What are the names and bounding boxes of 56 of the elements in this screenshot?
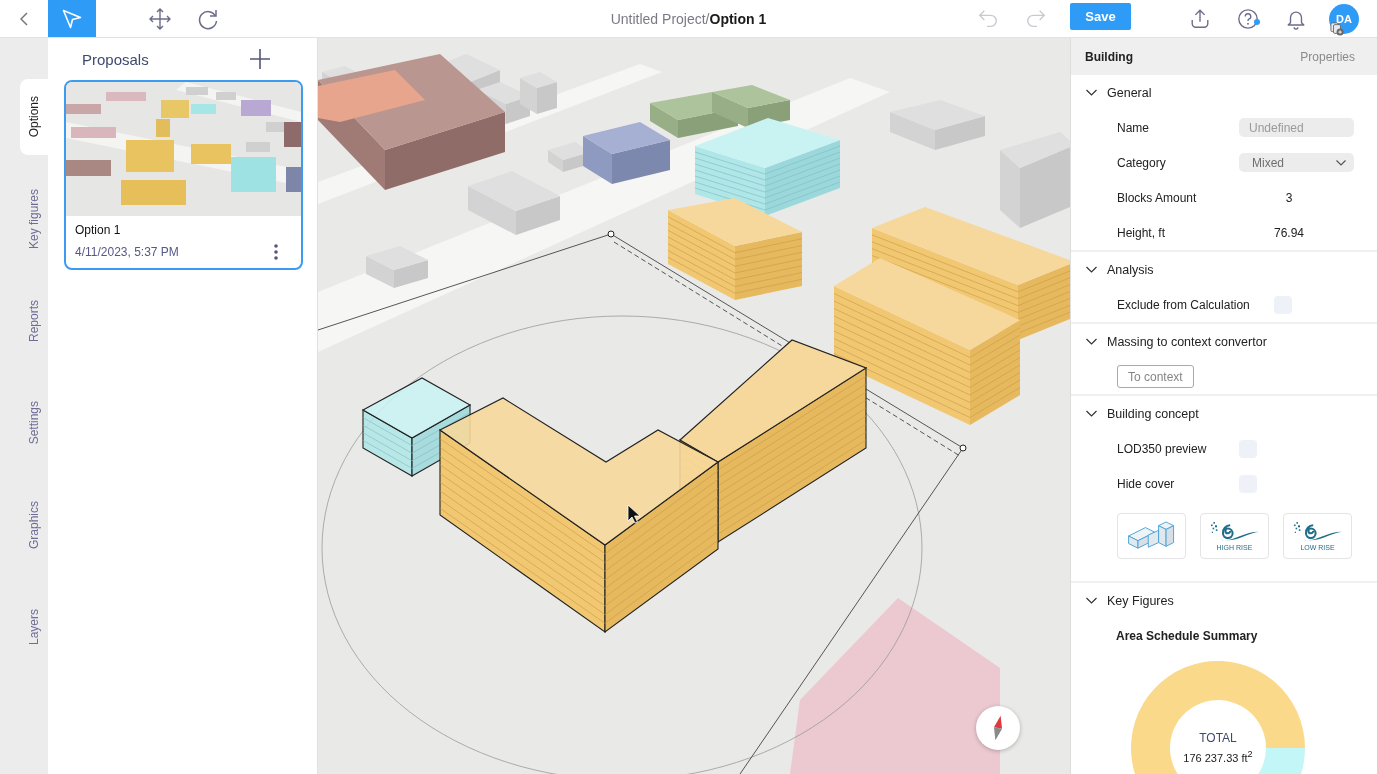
spiral-wave-icon (1210, 521, 1259, 543)
side-tab[interactable]: Options (20, 79, 48, 155)
proposal-name: Option 1 (75, 222, 122, 238)
save-button[interactable]: Save (1070, 3, 1131, 30)
field-label: Height, ft (1117, 225, 1166, 240)
chevron-down-icon[interactable] (1086, 408, 1097, 419)
field-value: 76.94 (1274, 225, 1304, 240)
field-label: Name (1117, 120, 1149, 135)
plus-icon[interactable] (250, 49, 270, 69)
panel-title: Proposals (82, 50, 149, 68)
field-label: Blocks Amount (1117, 190, 1197, 205)
upload-icon[interactable] (1189, 7, 1211, 30)
help-icon[interactable] (1237, 7, 1259, 30)
building-icon (1126, 521, 1177, 551)
field-label: Hide cover (1117, 476, 1175, 491)
field-label: Exclude from Calculation (1117, 297, 1250, 312)
donut-total-value: 176 237.33 ft$^{2}$ (1183, 749, 1253, 764)
side-tab[interactable]: Layers (20, 589, 48, 665)
chevron-down-icon[interactable] (1086, 336, 1097, 347)
side-tab[interactable]: Key figures (20, 181, 48, 257)
cursor-icon (627, 504, 641, 524)
panel-title: Building (1085, 49, 1133, 64)
proposal-date: 4/11/2023, 5:37 PM (75, 244, 179, 260)
back-icon[interactable] (20, 11, 28, 26)
dropdown[interactable]: Mixed (1239, 153, 1354, 172)
select-tool-button[interactable] (48, 0, 96, 37)
field-label: LOD350 preview (1117, 441, 1207, 456)
donut-center-label: TOTAL (1199, 731, 1237, 745)
chevron-down-icon (1336, 159, 1346, 166)
properties-tab[interactable]: Properties (1300, 49, 1355, 64)
section-title: Key Figures (1107, 593, 1174, 608)
spiral-wave-icon (1293, 521, 1342, 543)
move-icon[interactable] (148, 6, 172, 31)
action-button[interactable]: To context (1117, 365, 1194, 388)
text-input[interactable]: Undefined (1239, 118, 1354, 137)
more-icon[interactable] (274, 244, 278, 260)
proposal-card[interactable]: Option 1 4/11/2023, 5:37 PM (64, 80, 303, 270)
section-title: Massing to context convertor (1107, 334, 1267, 349)
vertex-handle[interactable] (959, 444, 967, 452)
project-title: Untitled Project/Option 1 (610, 10, 767, 27)
side-tab[interactable]: Reports (20, 283, 48, 359)
add-copy-icon[interactable] (1330, 22, 1344, 36)
side-tab[interactable]: Graphics (20, 487, 48, 563)
chart-title: Area Schedule Summary (1116, 628, 1258, 643)
vertex-handle[interactable] (607, 230, 615, 238)
context-building (366, 246, 428, 288)
concept-tile[interactable] (1117, 513, 1186, 559)
chevron-down-icon[interactable] (1086, 87, 1097, 98)
field-value: 3 (1285, 190, 1293, 205)
section-title: Building concept (1107, 406, 1199, 421)
side-tab[interactable]: Settings (20, 385, 48, 461)
chevron-down-icon[interactable] (1086, 264, 1097, 275)
field-label: Category (1117, 155, 1166, 170)
section-title: Analysis (1107, 262, 1154, 277)
chevron-down-icon[interactable] (1086, 595, 1097, 606)
section-title: General (1107, 85, 1152, 100)
